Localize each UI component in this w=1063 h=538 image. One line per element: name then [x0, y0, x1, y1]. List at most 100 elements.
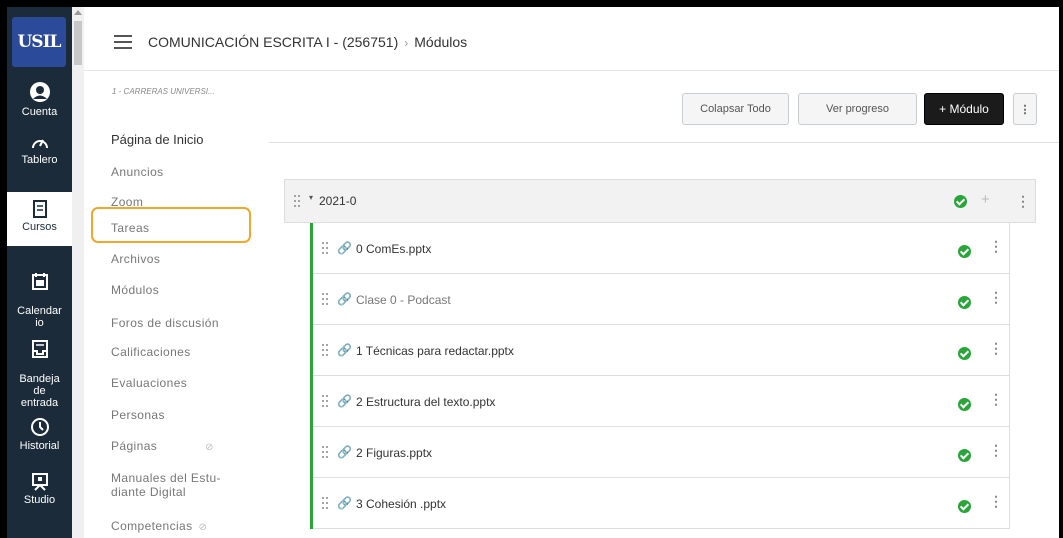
module-item[interactable]: 🔗 3 Cohesión .pptx ⋮	[313, 478, 1010, 529]
course-nav-assignments[interactable]: Tareas	[111, 221, 149, 235]
toolbar-divider	[269, 142, 1059, 143]
courses-icon	[32, 200, 47, 218]
attachment-icon: 🔗	[337, 445, 352, 459]
module-item-title[interactable]: 2 Estructura del texto.pptx	[356, 395, 495, 409]
drag-handle-icon[interactable]	[322, 242, 328, 254]
module-item[interactable]: 🔗 2 Estructura del texto.pptx ⋮	[313, 376, 1010, 427]
drag-handle-icon[interactable]	[322, 293, 328, 305]
module-item[interactable]: 🔗 1 Técnicas para redactar.pptx ⋮	[313, 325, 1010, 376]
breadcrumb: COMUNICACIÓN ESCRITA I - (256751) › Módulo…	[148, 34, 467, 50]
global-nav-history[interactable]: Historial	[7, 417, 72, 452]
global-nav-inbox[interactable]: Bandeja de entrada	[7, 328, 72, 409]
drag-handle-icon[interactable]	[322, 395, 328, 407]
item-options-icon[interactable]: ⋮	[989, 238, 1003, 255]
add-module-button[interactable]: + Módulo	[924, 93, 1004, 125]
global-nav-account[interactable]: Cuenta	[7, 81, 72, 118]
course-nav-subtitle: 1 - CARRERAS UNIVERSI...	[112, 87, 215, 96]
link-icon: 🔗	[337, 292, 352, 306]
published-check-icon[interactable]	[958, 347, 971, 360]
drag-handle-icon[interactable]	[322, 344, 328, 356]
course-nav-grades[interactable]: Calificaciones	[111, 345, 191, 359]
collapse-caret-icon[interactable]: ▾	[309, 193, 313, 202]
module-item-title[interactable]: 0 ComEs.pptx	[356, 242, 431, 256]
drag-handle-icon[interactable]	[294, 195, 300, 207]
page-header: COMUNICACIÓN ESCRITA I - (256751) › Módulo…	[84, 7, 1059, 71]
published-check-icon[interactable]	[958, 449, 971, 462]
item-options-icon[interactable]: ⋮	[989, 442, 1003, 459]
dashboard-icon	[31, 139, 48, 149]
global-nav-dashboard[interactable]: Tablero	[7, 135, 72, 166]
canvas-page: USIL Cuenta Tablero Cursos Calendar io B…	[7, 7, 1059, 538]
course-nav-home[interactable]: Página de Inicio	[111, 132, 204, 147]
breadcrumb-course[interactable]: COMUNICACIÓN ESCRITA I - (256751)	[148, 34, 398, 50]
module-item-title[interactable]: 3 Cohesión .pptx	[356, 497, 446, 511]
attachment-icon: 🔗	[337, 241, 352, 255]
drag-handle-icon[interactable]	[322, 446, 328, 458]
logo-text: USIL	[17, 32, 61, 52]
attachment-icon: 🔗	[337, 394, 352, 408]
global-nav-courses[interactable]: Cursos	[7, 192, 72, 246]
global-nav-calendar[interactable]: Calendar io	[7, 260, 72, 329]
global-nav-scrollbar[interactable]	[72, 7, 84, 538]
attachment-icon: 🔗	[337, 496, 352, 510]
published-check-icon[interactable]	[958, 500, 971, 513]
module-title: 2021-0	[319, 194, 357, 208]
history-icon	[30, 418, 49, 436]
global-nav-bar: USIL Cuenta Tablero Cursos Calendar io B…	[7, 7, 72, 538]
course-nav-competencies[interactable]: Competencias ⊘	[111, 519, 207, 533]
published-check-icon[interactable]	[958, 245, 971, 258]
global-nav-account-label: Cuenta	[21, 106, 58, 118]
published-check-icon[interactable]	[958, 296, 971, 309]
published-check-icon[interactable]	[954, 195, 967, 208]
item-options-icon[interactable]: ⋮	[989, 391, 1003, 408]
course-nav-announcements[interactable]: Anuncios	[111, 165, 164, 179]
module-item-title[interactable]: Clase 0 - Podcast	[356, 293, 451, 307]
global-nav: USIL Cuenta Tablero Cursos Calendar io B…	[7, 7, 84, 538]
module-header[interactable]: ▾ 2021-0 + ⋮	[284, 179, 1036, 223]
course-nav: 1 - CARRERAS UNIVERSI... Página de Inici…	[84, 71, 259, 538]
global-nav-courses-label: Cursos	[22, 221, 57, 233]
global-nav-studio[interactable]: Studio	[7, 473, 72, 506]
inbox-icon	[31, 340, 48, 358]
item-options-icon[interactable]: ⋮	[989, 493, 1003, 510]
course-nav-manuals-line-1: Manuales del Estu-	[111, 471, 221, 485]
course-nav-pages[interactable]: Páginas ⊘	[111, 439, 214, 453]
module-item[interactable]: 🔗 Clase 0 - Podcast ⋮	[313, 274, 1010, 325]
attachment-icon: 🔗	[337, 343, 352, 357]
scroll-up-icon[interactable]	[74, 10, 82, 15]
course-nav-modules[interactable]: Módulos	[111, 283, 159, 297]
module-item-title[interactable]: 2 Figuras.pptx	[356, 446, 432, 460]
module-item[interactable]: 🔗 0 ComEs.pptx ⋮	[313, 223, 1010, 274]
account-icon	[29, 82, 50, 102]
global-nav-dashboard-label: Tablero	[21, 154, 58, 166]
course-nav-files[interactable]: Archivos	[111, 252, 160, 266]
course-nav-competencies-label: Competencias	[111, 519, 193, 533]
global-nav-calendar-label: Calendar io	[17, 305, 62, 329]
hamburger-menu-icon[interactable]	[114, 35, 132, 49]
hidden-eye-icon: ⊘	[198, 522, 208, 533]
item-options-icon[interactable]: ⋮	[989, 340, 1003, 357]
course-nav-manuals[interactable]: Manuales del Estu-diante Digital	[111, 471, 221, 499]
course-nav-discussions[interactable]: Foros de discusión	[111, 316, 219, 330]
add-item-icon[interactable]: +	[981, 191, 990, 208]
breadcrumb-separator: ›	[404, 36, 409, 50]
course-nav-quizzes[interactable]: Evaluaciones	[111, 376, 187, 390]
global-nav-studio-label: Studio	[23, 494, 56, 506]
more-options-button[interactable]: ⋮	[1013, 93, 1037, 125]
drag-handle-icon[interactable]	[322, 497, 328, 509]
module-item[interactable]: 🔗 2 Figuras.pptx ⋮	[313, 427, 1010, 478]
view-progress-button[interactable]: Ver progreso	[798, 93, 917, 125]
item-options-icon[interactable]: ⋮	[989, 289, 1003, 306]
module-item-title[interactable]: 1 Técnicas para redactar.pptx	[356, 344, 514, 358]
module-panel: ▾ 2021-0 + ⋮ 🔗 0 ComEs.pptx ⋮ 🔗 Clase 0 …	[284, 179, 1036, 538]
published-check-icon[interactable]	[958, 398, 971, 411]
global-nav-inbox-label: Bandeja de entrada	[19, 373, 60, 409]
module-items-list: 🔗 0 ComEs.pptx ⋮ 🔗 Clase 0 - Podcast ⋮ 🔗…	[310, 223, 1010, 529]
course-nav-people[interactable]: Personas	[111, 408, 165, 422]
collapse-all-button[interactable]: Colapsar Todo	[682, 93, 789, 125]
scrollbar-thumb[interactable]	[74, 21, 82, 65]
module-options-icon[interactable]: ⋮	[1016, 193, 1030, 210]
global-nav-history-label: Historial	[19, 440, 60, 452]
calendar-icon	[31, 273, 48, 290]
logo[interactable]: USIL	[12, 17, 66, 67]
